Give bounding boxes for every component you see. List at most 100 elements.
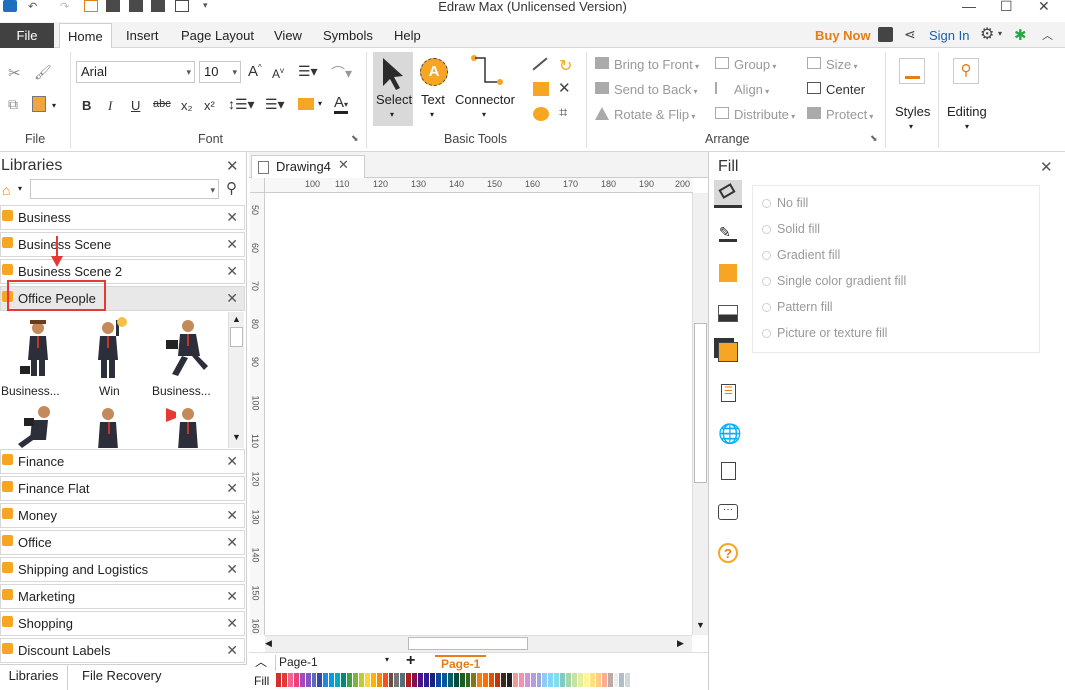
text-tool[interactable]: A Text ▾ [417,52,449,126]
color-swatch[interactable] [619,673,625,687]
scroll-down-icon[interactable]: ▼ [696,620,705,630]
library-item-shipping[interactable]: Shipping and Logistics ✕ [0,557,245,582]
help-panel-icon[interactable]: ? [718,543,738,563]
library-item-marketing[interactable]: Marketing ✕ [0,584,245,609]
color-swatch[interactable] [453,673,459,687]
connector-tool[interactable]: Connector ▾ [453,52,519,126]
scroll-up-icon[interactable]: ▲ [232,314,241,324]
color-swatch[interactable] [518,673,524,687]
tab-symbols[interactable]: Symbols [315,23,381,48]
color-swatch[interactable] [477,673,483,687]
color-swatch[interactable] [595,673,601,687]
color-swatch[interactable] [329,673,335,687]
color-swatch[interactable] [495,673,501,687]
radio-gradient-fill[interactable]: Gradient fill [762,248,840,262]
color-swatch[interactable] [358,673,364,687]
color-swatch[interactable] [347,673,352,687]
hyperlink-panel-icon[interactable]: 🌐 [718,422,742,446]
tab-libraries[interactable]: Libraries [0,665,68,690]
close-document-icon[interactable]: ✕ [338,157,349,173]
font-size-select[interactable]: 10 ▾ [199,61,241,83]
library-item-shopping[interactable]: Shopping ✕ [0,611,245,636]
decrease-font-icon[interactable]: Av [272,66,284,81]
library-item-discount-labels[interactable]: Discount Labels ✕ [0,638,245,663]
color-swatch[interactable] [311,673,317,687]
color-swatch[interactable] [447,673,453,687]
rotate-flip-button[interactable]: Rotate & Flip ▾ [595,107,695,122]
strikethrough-button[interactable]: abc [153,98,171,110]
superscript-button[interactable]: x² [204,98,215,113]
align-button[interactable]: Align ▾ [715,82,769,97]
cart-icon[interactable] [878,27,893,42]
color-swatch[interactable] [501,673,506,687]
subscript-button[interactable]: x₂ [181,98,193,113]
group-button[interactable]: Group ▾ [715,57,776,72]
buy-now-link[interactable]: Buy Now [815,23,871,48]
copy-icon[interactable]: ⧉ [8,96,18,113]
share-icon[interactable]: ⋖ [904,26,916,43]
color-swatch[interactable] [560,673,566,687]
close-icon[interactable]: ✕ [226,561,238,578]
quick-access-dropdown-icon[interactable]: ▾ [203,0,217,12]
undo-icon[interactable]: ↶ [28,0,42,13]
paragraph-icon[interactable]: ☰▾ [298,63,318,80]
running-man-shape[interactable] [10,404,66,448]
tab-file-recovery[interactable]: File Recovery [82,665,161,687]
color-swatch[interactable] [287,673,293,687]
color-swatch[interactable] [435,673,441,687]
library-item-office[interactable]: Office ✕ [0,530,245,555]
color-swatch[interactable] [524,673,530,687]
color-swatch[interactable] [305,673,311,687]
line-panel-icon[interactable]: ✎ [719,224,737,242]
highlight-dropdown-icon[interactable]: ▾ [318,99,322,108]
radio-no-fill[interactable]: No fill [762,196,808,210]
color-swatch[interactable] [441,673,447,687]
protect-button[interactable]: Protect ▾ [807,107,873,122]
close-icon[interactable]: ✕ [226,209,238,226]
color-swatch[interactable] [465,673,471,687]
color-swatch[interactable] [299,673,305,687]
color-swatch[interactable] [323,673,329,687]
color-swatch[interactable] [489,673,495,687]
crop-tool-icon[interactable]: ⌗ [559,104,567,121]
distribute-button[interactable]: Distribute ▾ [715,107,795,122]
color-swatch[interactable] [506,673,512,687]
scroll-left-icon[interactable]: ◀ [265,638,272,649]
close-icon[interactable]: ✕ [226,453,238,470]
color-swatch[interactable] [536,673,542,687]
shadow-panel-icon[interactable] [719,264,737,282]
page-panel-icon[interactable]: ☰ [721,384,736,402]
library-item-business[interactable]: Business ✕ [0,205,245,230]
close-icon[interactable]: ✕ [226,588,238,605]
save-icon[interactable] [129,0,143,12]
radio-single-color-gradient-fill[interactable]: Single color gradient fill [762,274,906,288]
cross-tool-icon[interactable]: ✕ [558,79,571,97]
vertical-scrollbar[interactable]: ▼ [692,193,708,635]
scroll-thumb[interactable] [230,327,243,347]
phone-man-shape[interactable] [82,404,138,448]
curve-text-icon[interactable]: ⌒▾ [331,63,352,83]
minimize-icon[interactable]: — [962,0,976,14]
layer-panel-icon[interactable] [718,342,738,362]
library-item-money[interactable]: Money ✕ [0,503,245,528]
tab-page-layout[interactable]: Page Layout [173,23,262,48]
color-swatch[interactable] [424,673,429,687]
library-item-finance[interactable]: Finance ✕ [0,449,245,474]
color-swatch[interactable] [512,673,518,687]
paste-dropdown-icon[interactable]: ▾ [52,101,56,110]
win-shape[interactable] [82,316,138,382]
highlight-color-icon[interactable] [298,98,314,110]
bold-button[interactable]: B [82,98,91,113]
redo-icon[interactable]: ↷ [60,0,74,13]
color-swatch[interactable] [429,673,435,687]
color-swatch[interactable] [388,673,394,687]
color-swatch[interactable] [382,673,388,687]
document-tab[interactable]: Drawing4 ✕ [251,155,365,178]
color-swatch[interactable] [542,673,548,687]
close-icon[interactable]: ✕ [226,236,238,253]
radio-picture-texture-fill[interactable]: Picture or texture fill [762,326,887,340]
color-swatch[interactable] [341,673,347,687]
color-swatch[interactable] [352,673,358,687]
new-icon[interactable] [84,0,98,12]
color-swatch[interactable] [566,673,572,687]
